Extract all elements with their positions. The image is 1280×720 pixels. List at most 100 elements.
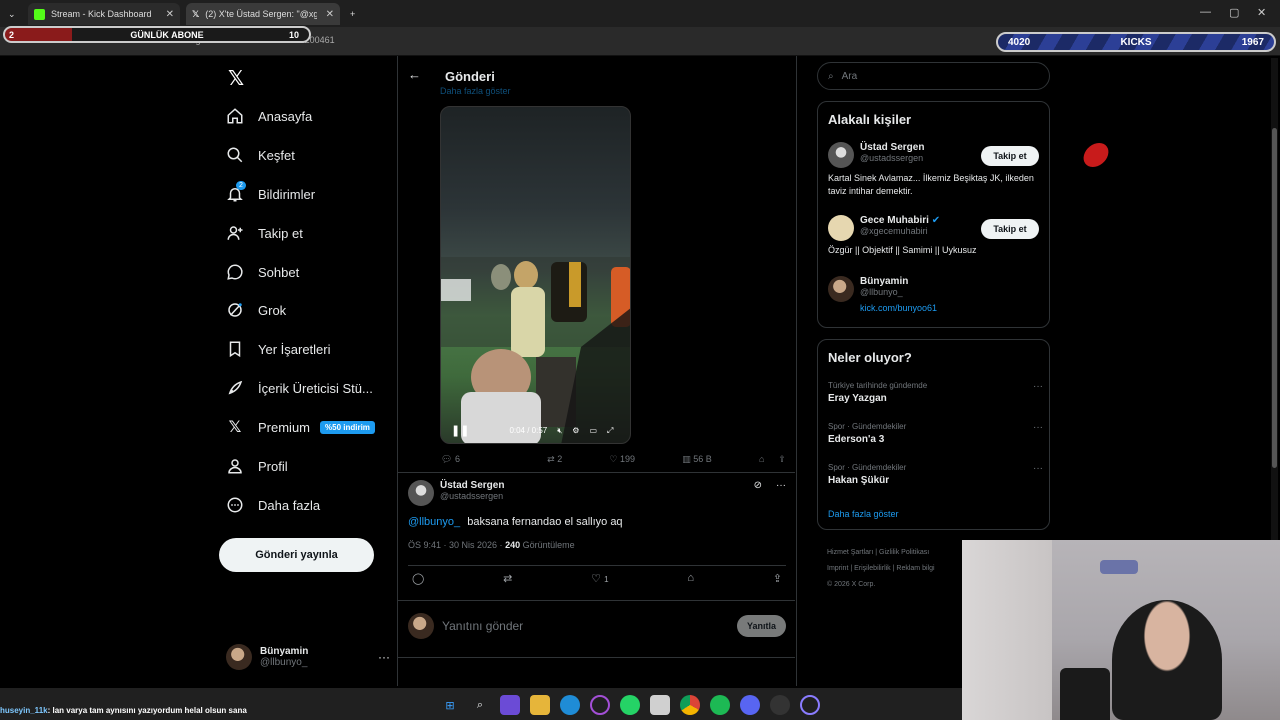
- nav-bookmarks[interactable]: Yer İşaretleri: [226, 337, 331, 361]
- app-icon[interactable]: [590, 695, 610, 715]
- bookmark-icon: [226, 340, 244, 358]
- reply-count[interactable]: 💬︎ 6: [441, 454, 460, 465]
- nav-grok[interactable]: Grok: [226, 298, 286, 322]
- avatar[interactable]: [828, 142, 854, 168]
- follow-button[interactable]: Takip et: [981, 219, 1039, 239]
- back-arrow-icon[interactable]: ←: [408, 67, 421, 82]
- reply-post[interactable]: Üstad Sergen @ustadssergen ⊘ ··· @llbuny…: [408, 480, 786, 585]
- whatsapp-icon[interactable]: [620, 695, 640, 715]
- obs-icon[interactable]: [770, 695, 790, 715]
- view-count[interactable]: ▥ 56 B: [682, 454, 712, 465]
- person-item[interactable]: Bünyamin @llbunyo_ kick.com/bunyoo61: [828, 276, 1043, 313]
- stream-chat-line: huseyin_11k: lan varya tam aynısını yazı…: [0, 706, 247, 715]
- post-actions: 💬︎ 6 ⇄ 2 ♡ 199 ▥ 56 B ⌂ ⇪: [441, 454, 786, 465]
- verified-icon: ✔: [931, 215, 941, 226]
- nav-premium[interactable]: 𝕏 Premium %50 indirim: [226, 415, 375, 439]
- avatar[interactable]: [408, 480, 434, 506]
- repost-count[interactable]: ⇄ 2: [547, 454, 562, 465]
- repost-icon[interactable]: ⇄: [503, 572, 512, 585]
- share-icon[interactable]: ⇪: [773, 572, 782, 585]
- edge-icon[interactable]: [560, 695, 580, 715]
- bookmark-icon[interactable]: ⌂: [687, 572, 694, 585]
- more-icon[interactable]: ···: [1033, 463, 1043, 474]
- author-handle[interactable]: @ustadssergen: [440, 491, 504, 501]
- more-icon[interactable]: ···: [1033, 422, 1043, 433]
- nav-more[interactable]: Daha fazla: [226, 493, 320, 517]
- more-icon[interactable]: ···: [378, 650, 390, 664]
- app-icon[interactable]: [500, 695, 520, 715]
- bookmark-icon[interactable]: ⌂: [759, 454, 764, 465]
- trend-item[interactable]: Türkiye tarihinde gündemde Eray Yazgan ·…: [828, 381, 1043, 404]
- nav-home[interactable]: Anasayfa: [226, 104, 312, 128]
- nav-profile[interactable]: Profil: [226, 454, 288, 478]
- card-title: Neler oluyor?: [828, 350, 912, 365]
- pip-icon[interactable]: ▭: [589, 426, 597, 435]
- spotify-icon[interactable]: [710, 695, 730, 715]
- folder-icon[interactable]: [530, 695, 550, 715]
- reply-button[interactable]: Yanıtla: [736, 615, 786, 637]
- nav-notifications[interactable]: 2 Bildirimler: [226, 181, 315, 206]
- search-input[interactable]: ⌕ Ara: [817, 62, 1050, 90]
- fullscreen-icon[interactable]: ⤢: [607, 426, 613, 436]
- trend-item[interactable]: Spor · Gündemdekiler Ederson'a 3 ···: [828, 422, 1043, 445]
- avatar[interactable]: [828, 276, 854, 302]
- more-icon[interactable]: ···: [776, 480, 786, 506]
- divider: [398, 472, 795, 473]
- nav-explore[interactable]: Keşfet: [226, 143, 295, 167]
- tab-list-button[interactable]: ⌄: [2, 3, 18, 25]
- search-icon[interactable]: ⌕: [470, 695, 490, 715]
- home-icon: [226, 107, 244, 125]
- store-icon[interactable]: [650, 695, 670, 715]
- search-icon: [226, 146, 244, 164]
- page-title: Gönderi: [445, 69, 495, 84]
- avatar[interactable]: [828, 215, 854, 241]
- windows-start-icon[interactable]: ⊞: [440, 695, 460, 715]
- account-switcher[interactable]: Bünyamin @llbunyo_ ···: [226, 644, 390, 670]
- video-player[interactable]: ❚❚ 0:04 / 0:57 🔇︎ ⚙ ▭ ⤢: [440, 106, 631, 444]
- show-more-link[interactable]: Daha fazla göster: [828, 509, 1043, 519]
- trend-item[interactable]: Spor · Gündemdekiler Hakan Şükür ···: [828, 463, 1043, 486]
- discord-icon[interactable]: [740, 695, 760, 715]
- chrome-icon[interactable]: [680, 695, 700, 715]
- avatar: [226, 644, 252, 670]
- more-icon[interactable]: ···: [1033, 381, 1043, 392]
- grok-icon[interactable]: ⊘: [754, 480, 762, 506]
- close-window-icon[interactable]: ✕: [1257, 6, 1266, 19]
- stream-logo-icon: [1080, 143, 1112, 167]
- scrollbar-thumb[interactable]: [1272, 128, 1277, 468]
- close-tab-icon[interactable]: ✕: [326, 9, 334, 20]
- tab-kick-dashboard[interactable]: Stream - Kick Dashboard ✕: [28, 3, 180, 25]
- follow-button[interactable]: Takip et: [981, 146, 1039, 166]
- reply-input[interactable]: Yanıtını gönder: [442, 619, 729, 633]
- webcam-person: [1112, 600, 1222, 720]
- nav-follow[interactable]: Takip et: [226, 221, 303, 245]
- mute-icon[interactable]: 🔇︎: [557, 426, 562, 436]
- settings-icon[interactable]: ⚙: [572, 426, 579, 435]
- divider: [398, 600, 795, 601]
- x-logo[interactable]: 𝕏: [228, 66, 244, 91]
- nav-creator-studio[interactable]: İçerik Üreticisi Stü...: [226, 376, 373, 400]
- nav-chat[interactable]: Sohbet: [226, 260, 299, 284]
- author-name[interactable]: Üstad Sergen: [440, 480, 504, 491]
- app-icon[interactable]: [800, 695, 820, 715]
- reply-icon[interactable]: ◯: [412, 572, 424, 585]
- bio-link[interactable]: kick.com/bunyoo61: [860, 303, 937, 313]
- post-button[interactable]: Gönderi yayınla: [219, 538, 374, 572]
- minimize-icon[interactable]: —: [1200, 6, 1211, 18]
- video-controls: ❚❚ 0:04 / 0:57 🔇︎ ⚙ ▭ ⤢: [441, 424, 630, 437]
- webcam-feed: [962, 540, 1280, 720]
- maximize-icon[interactable]: ▢: [1229, 6, 1239, 19]
- kick-icon: [34, 8, 45, 20]
- kicks-overlay: 4020 KICKS 1967: [996, 32, 1276, 52]
- pause-icon[interactable]: ❚❚: [451, 424, 469, 437]
- new-tab-button[interactable]: +: [344, 3, 362, 25]
- mention-link[interactable]: @llbunyo_: [408, 516, 460, 528]
- like-count[interactable]: ♡ 199: [609, 454, 635, 465]
- divider: [408, 565, 786, 566]
- share-icon[interactable]: ⇪: [778, 454, 786, 465]
- like-button[interactable]: ♡ 1: [591, 572, 608, 585]
- heart-icon: ♡: [591, 573, 601, 585]
- close-tab-icon[interactable]: ✕: [166, 9, 174, 20]
- show-more-link[interactable]: Daha fazla göster: [440, 86, 511, 96]
- tab-x-post[interactable]: 𝕏 (2) X'te Üstad Sergen: "@xgece... ✕: [186, 3, 340, 25]
